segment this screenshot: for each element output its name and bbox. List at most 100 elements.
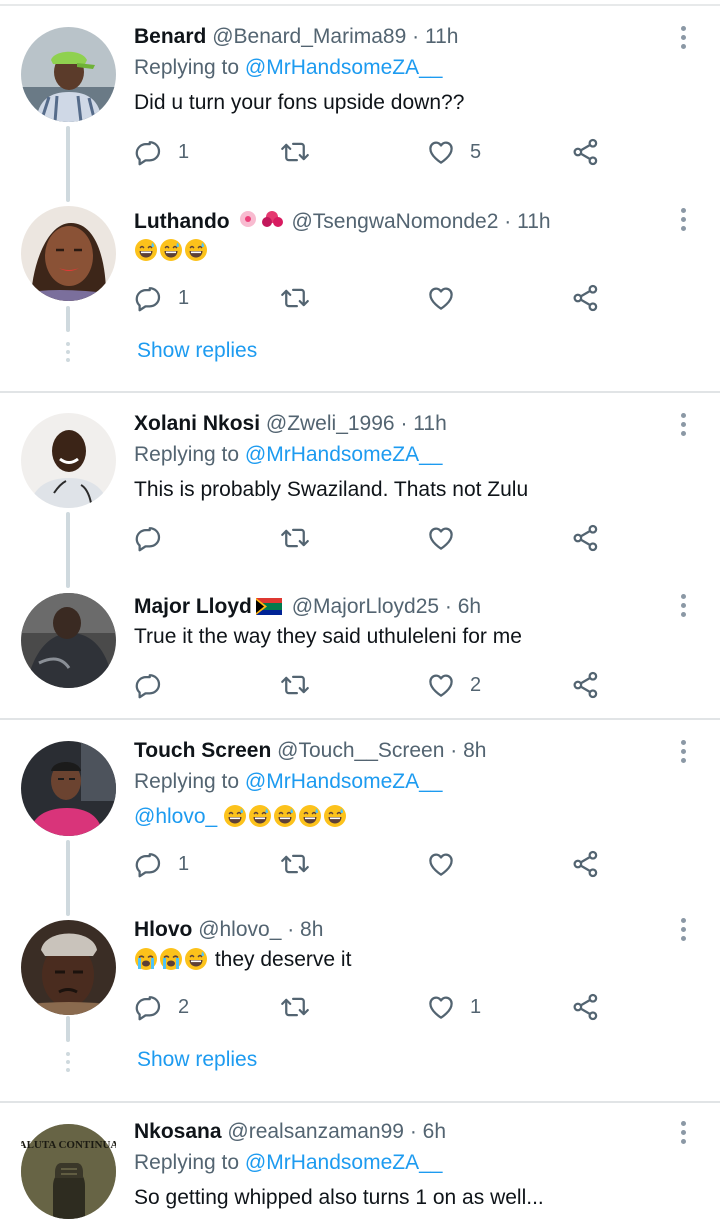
- tweet-actions: 1: [134, 281, 614, 315]
- reply-count: 1: [178, 852, 190, 875]
- retweet-button[interactable]: [280, 847, 310, 881]
- thread-ellipsis: [66, 342, 70, 366]
- replying-to-label: Replying to: [134, 443, 240, 466]
- grinning-sweat-icon: [298, 804, 322, 828]
- replying-to: Replying to @MrHandsomeZA__: [134, 443, 442, 467]
- avatar[interactable]: [21, 593, 116, 688]
- more-options-icon[interactable]: [681, 26, 687, 53]
- thread-divider: [0, 391, 720, 393]
- author-handle[interactable]: @MajorLloyd25: [292, 595, 439, 618]
- reply-icon: [134, 849, 164, 879]
- more-options-icon[interactable]: [681, 918, 687, 945]
- tweet-actions: 1: [134, 847, 614, 881]
- more-options-icon[interactable]: [681, 594, 687, 621]
- share-button[interactable]: [571, 668, 601, 702]
- loudly-crying-icon: [159, 947, 183, 971]
- share-button[interactable]: [571, 990, 601, 1024]
- thread-connector: [66, 840, 70, 916]
- grinning-sweat-icon: [159, 238, 183, 262]
- more-options-icon[interactable]: [681, 413, 687, 440]
- author-handle[interactable]: @realsanzaman99: [227, 1120, 404, 1143]
- retweet-button[interactable]: [280, 135, 310, 169]
- reply-icon: [134, 670, 164, 700]
- more-options-icon[interactable]: [681, 1121, 687, 1148]
- timestamp[interactable]: · 6h: [410, 1120, 446, 1143]
- timestamp[interactable]: · 8h: [450, 739, 486, 762]
- retweet-button[interactable]: [280, 521, 310, 555]
- avatar[interactable]: [21, 920, 116, 1015]
- show-replies-link[interactable]: Show replies: [137, 1048, 257, 1072]
- author-handle[interactable]: @hlovo_: [198, 918, 281, 941]
- retweet-button[interactable]: [280, 668, 310, 702]
- timestamp[interactable]: · 11h: [504, 210, 550, 233]
- man-pink-shirt-avatar: [21, 741, 116, 836]
- share-button[interactable]: [571, 847, 601, 881]
- grinning-sweat-icon: [184, 947, 208, 971]
- author-handle[interactable]: @TsengwaNomonde2: [291, 210, 498, 233]
- share-icon: [571, 523, 601, 553]
- more-options-icon[interactable]: [681, 208, 687, 235]
- share-button[interactable]: [571, 521, 601, 555]
- heart-icon: [426, 523, 456, 553]
- avatar[interactable]: [21, 413, 116, 508]
- tweet-actions: 2: [134, 668, 614, 702]
- tweet-header: Touch Screen @Touch__Screen · 8h: [134, 738, 486, 764]
- reply-button[interactable]: 1: [134, 847, 189, 881]
- timestamp[interactable]: · 8h: [287, 918, 323, 941]
- author-name[interactable]: Touch Screen: [134, 739, 271, 762]
- author-handle[interactable]: @Touch__Screen: [277, 739, 444, 762]
- reply-button[interactable]: [134, 521, 164, 555]
- share-button[interactable]: [571, 135, 601, 169]
- like-button[interactable]: 2: [426, 668, 481, 702]
- retweet-icon: [280, 670, 310, 700]
- retweet-icon: [280, 283, 310, 313]
- author-name[interactable]: Benard: [134, 25, 206, 48]
- avatar[interactable]: [21, 27, 116, 122]
- thread-connector: [66, 512, 70, 588]
- author-name[interactable]: Major Lloyd: [134, 595, 252, 618]
- replying-to-mention[interactable]: @MrHandsomeZA__: [245, 56, 443, 79]
- reply-button[interactable]: 1: [134, 135, 189, 169]
- reply-button[interactable]: 2: [134, 990, 189, 1024]
- retweet-button[interactable]: [280, 281, 310, 315]
- replying-to-mention[interactable]: @MrHandsomeZA__: [245, 443, 443, 466]
- replying-to-mention[interactable]: @MrHandsomeZA__: [245, 1151, 443, 1174]
- author-name[interactable]: Luthando: [134, 210, 230, 233]
- replying-to-mention[interactable]: @MrHandsomeZA__: [245, 770, 443, 793]
- tweet-header: Nkosana @realsanzaman99 · 6h: [134, 1119, 446, 1145]
- author-name[interactable]: Hlovo: [134, 918, 192, 941]
- avatar[interactable]: [21, 741, 116, 836]
- like-count: 5: [470, 140, 482, 163]
- avatar[interactable]: [21, 206, 116, 301]
- replying-to: Replying to @MrHandsomeZA__: [134, 56, 442, 80]
- share-button[interactable]: [571, 281, 601, 315]
- more-options-icon[interactable]: [681, 740, 687, 767]
- thread-connector: [66, 126, 70, 202]
- like-button[interactable]: 5: [426, 135, 481, 169]
- tweet-text-content: they deserve it: [214, 948, 352, 971]
- timestamp[interactable]: · 11h: [412, 25, 458, 48]
- heart-icon: [426, 992, 456, 1022]
- cherry-blossom-bouquet-icon: [239, 211, 283, 227]
- timestamp[interactable]: · 11h: [400, 412, 446, 435]
- tweet-mention[interactable]: @hlovo_: [134, 805, 217, 828]
- reply-button[interactable]: 1: [134, 281, 189, 315]
- like-button[interactable]: [426, 521, 456, 555]
- grinning-sweat-icon: [184, 238, 208, 262]
- reply-button[interactable]: [134, 668, 164, 702]
- like-button[interactable]: 1: [426, 990, 481, 1024]
- like-button[interactable]: [426, 281, 456, 315]
- tweet-header: Xolani Nkosi @Zweli_1996 · 11h: [134, 411, 447, 437]
- reply-icon: [134, 523, 164, 553]
- show-replies-link[interactable]: Show replies: [137, 339, 257, 363]
- like-button[interactable]: [426, 847, 456, 881]
- woman-avatar: [21, 206, 116, 301]
- retweet-icon: [280, 137, 310, 167]
- timestamp[interactable]: · 6h: [445, 595, 481, 618]
- author-handle[interactable]: @Zweli_1996: [266, 412, 395, 435]
- author-name[interactable]: Nkosana: [134, 1120, 222, 1143]
- author-handle[interactable]: @Benard_Marima89: [212, 25, 406, 48]
- retweet-button[interactable]: [280, 990, 310, 1024]
- author-name[interactable]: Xolani Nkosi: [134, 412, 260, 435]
- dark-jacket-avatar: [21, 593, 116, 688]
